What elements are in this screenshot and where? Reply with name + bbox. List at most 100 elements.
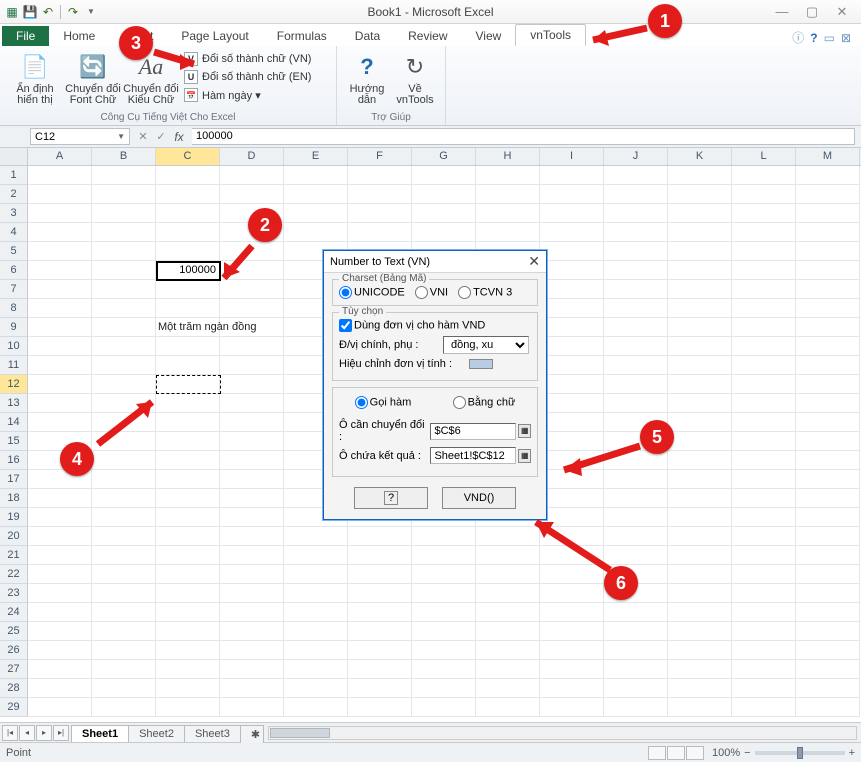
view-page-layout-button[interactable] <box>667 746 685 760</box>
qat-customize-icon[interactable]: ▼ <box>83 4 99 20</box>
guide-button[interactable]: ? Hướngdẫn <box>343 48 391 106</box>
row-header[interactable]: 4 <box>0 223 28 242</box>
name-box-dropdown-icon[interactable]: ▼ <box>117 132 125 141</box>
col-header[interactable]: D <box>220 148 284 165</box>
result-cell-picker-icon[interactable]: ▦ <box>518 449 531 463</box>
row-header[interactable]: 18 <box>0 489 28 508</box>
row-header[interactable]: 28 <box>0 679 28 698</box>
tab-insert[interactable]: Insert <box>109 26 167 46</box>
zoom-slider[interactable] <box>755 751 845 755</box>
cancel-formula-icon[interactable]: ✕ <box>134 130 152 143</box>
col-header[interactable]: E <box>284 148 348 165</box>
sheet-nav-first[interactable]: |◂ <box>2 725 18 741</box>
freeze-display-button[interactable]: 📄 Ẩn địnhhiển thị <box>6 48 64 106</box>
view-page-break-button[interactable] <box>686 746 704 760</box>
case-convert-button[interactable]: Aa Chuyển đổiKiểu Chữ <box>122 48 180 106</box>
fx-icon[interactable]: fx <box>170 130 188 144</box>
col-header[interactable]: A <box>28 148 92 165</box>
source-cell-picker-icon[interactable]: ▦ <box>518 424 531 438</box>
col-header[interactable]: M <box>796 148 860 165</box>
tab-vntools[interactable]: vnTools <box>515 24 586 46</box>
sheet-tab-3[interactable]: Sheet3 <box>184 725 241 742</box>
cell-c9[interactable]: Một trăm ngàn đồng <box>158 321 256 333</box>
tab-file[interactable]: File <box>2 26 49 46</box>
tab-home[interactable]: Home <box>49 26 109 46</box>
tab-page-layout[interactable]: Page Layout <box>167 26 262 46</box>
num-to-text-vn-button[interactable]: VĐổi số thành chữ (VN) <box>180 51 330 67</box>
row-header[interactable]: 5 <box>0 242 28 261</box>
row-header[interactable]: 23 <box>0 584 28 603</box>
radio-vni[interactable]: VNI <box>415 286 448 299</box>
check-use-unit[interactable]: Dùng đơn vị cho hàm VND <box>339 319 485 332</box>
source-cell-input[interactable] <box>430 423 516 440</box>
unit-select[interactable]: đồng, xu <box>443 336 529 354</box>
row-header[interactable]: 22 <box>0 565 28 584</box>
zoom-out-button[interactable]: − <box>744 747 750 759</box>
sheet-nav-prev[interactable]: ◂ <box>19 725 35 741</box>
dialog-close-icon[interactable]: ✕ <box>528 253 540 270</box>
tab-view[interactable]: View <box>462 26 516 46</box>
row-header[interactable]: 9 <box>0 318 28 337</box>
save-icon[interactable]: 💾 <box>22 4 38 20</box>
row-header[interactable]: 3 <box>0 204 28 223</box>
cell-c6[interactable]: 100000 <box>156 261 221 281</box>
minimize-button[interactable]: — <box>771 4 793 20</box>
row-header[interactable]: 25 <box>0 622 28 641</box>
select-all-cell[interactable] <box>0 148 28 166</box>
row-header[interactable]: 7 <box>0 280 28 299</box>
row-header[interactable]: 14 <box>0 413 28 432</box>
zoom-level[interactable]: 100% <box>712 747 740 759</box>
minimize-ribbon-icon[interactable]: ⓘ <box>792 29 804 46</box>
col-header[interactable]: K <box>668 148 732 165</box>
tab-review[interactable]: Review <box>394 26 461 46</box>
name-box[interactable]: C12 ▼ <box>30 128 130 145</box>
row-header[interactable]: 17 <box>0 470 28 489</box>
horizontal-scrollbar[interactable] <box>268 726 857 740</box>
col-header[interactable]: F <box>348 148 412 165</box>
dialog-help-button[interactable]: ? <box>354 487 428 509</box>
row-header[interactable]: 21 <box>0 546 28 565</box>
radio-by-text[interactable]: Bằng chữ <box>453 396 516 409</box>
row-header[interactable]: 27 <box>0 660 28 679</box>
row-header[interactable]: 12 <box>0 375 28 394</box>
col-header[interactable]: H <box>476 148 540 165</box>
scrollbar-thumb[interactable] <box>270 728 330 738</box>
row-header[interactable]: 11 <box>0 356 28 375</box>
maximize-button[interactable]: ▢ <box>801 4 823 20</box>
col-header[interactable]: B <box>92 148 156 165</box>
tab-formulas[interactable]: Formulas <box>263 26 341 46</box>
row-header[interactable]: 13 <box>0 394 28 413</box>
radio-unicode[interactable]: UNICODE <box>339 286 405 299</box>
result-cell-input[interactable] <box>430 447 516 464</box>
col-header[interactable]: J <box>604 148 668 165</box>
radio-call-function[interactable]: Gọi hàm <box>355 396 412 409</box>
about-button[interactable]: ↻ VềvnTools <box>391 48 439 106</box>
row-header[interactable]: 16 <box>0 451 28 470</box>
row-header[interactable]: 8 <box>0 299 28 318</box>
col-header[interactable]: C <box>156 148 220 165</box>
sheet-nav-last[interactable]: ▸| <box>53 725 69 741</box>
sheet-tab-1[interactable]: Sheet1 <box>71 725 129 742</box>
radio-tcvn[interactable]: TCVN 3 <box>458 286 512 299</box>
col-header[interactable]: G <box>412 148 476 165</box>
row-header[interactable]: 1 <box>0 166 28 185</box>
col-header[interactable]: L <box>732 148 796 165</box>
accept-formula-icon[interactable]: ✓ <box>152 130 170 143</box>
row-header[interactable]: 19 <box>0 508 28 527</box>
help-icon[interactable]: ? <box>810 31 817 45</box>
unit-color-swatch[interactable] <box>469 359 493 369</box>
new-sheet-button[interactable]: ✱ <box>240 725 264 743</box>
mdi-close-icon[interactable]: ⊠ <box>841 31 851 45</box>
view-normal-button[interactable] <box>648 746 666 760</box>
row-header[interactable]: 24 <box>0 603 28 622</box>
dialog-vnd-button[interactable]: VND() <box>442 487 516 509</box>
redo-icon[interactable]: ↷ <box>65 4 81 20</box>
sheet-nav-next[interactable]: ▸ <box>36 725 52 741</box>
sheet-tab-2[interactable]: Sheet2 <box>128 725 185 742</box>
row-header[interactable]: 26 <box>0 641 28 660</box>
zoom-slider-handle[interactable] <box>797 747 803 759</box>
undo-icon[interactable]: ↶ <box>40 4 56 20</box>
formula-input[interactable]: 100000 <box>192 128 855 145</box>
dialog-titlebar[interactable]: Number to Text (VN) ✕ <box>324 251 546 273</box>
row-header[interactable]: 6 <box>0 261 28 280</box>
